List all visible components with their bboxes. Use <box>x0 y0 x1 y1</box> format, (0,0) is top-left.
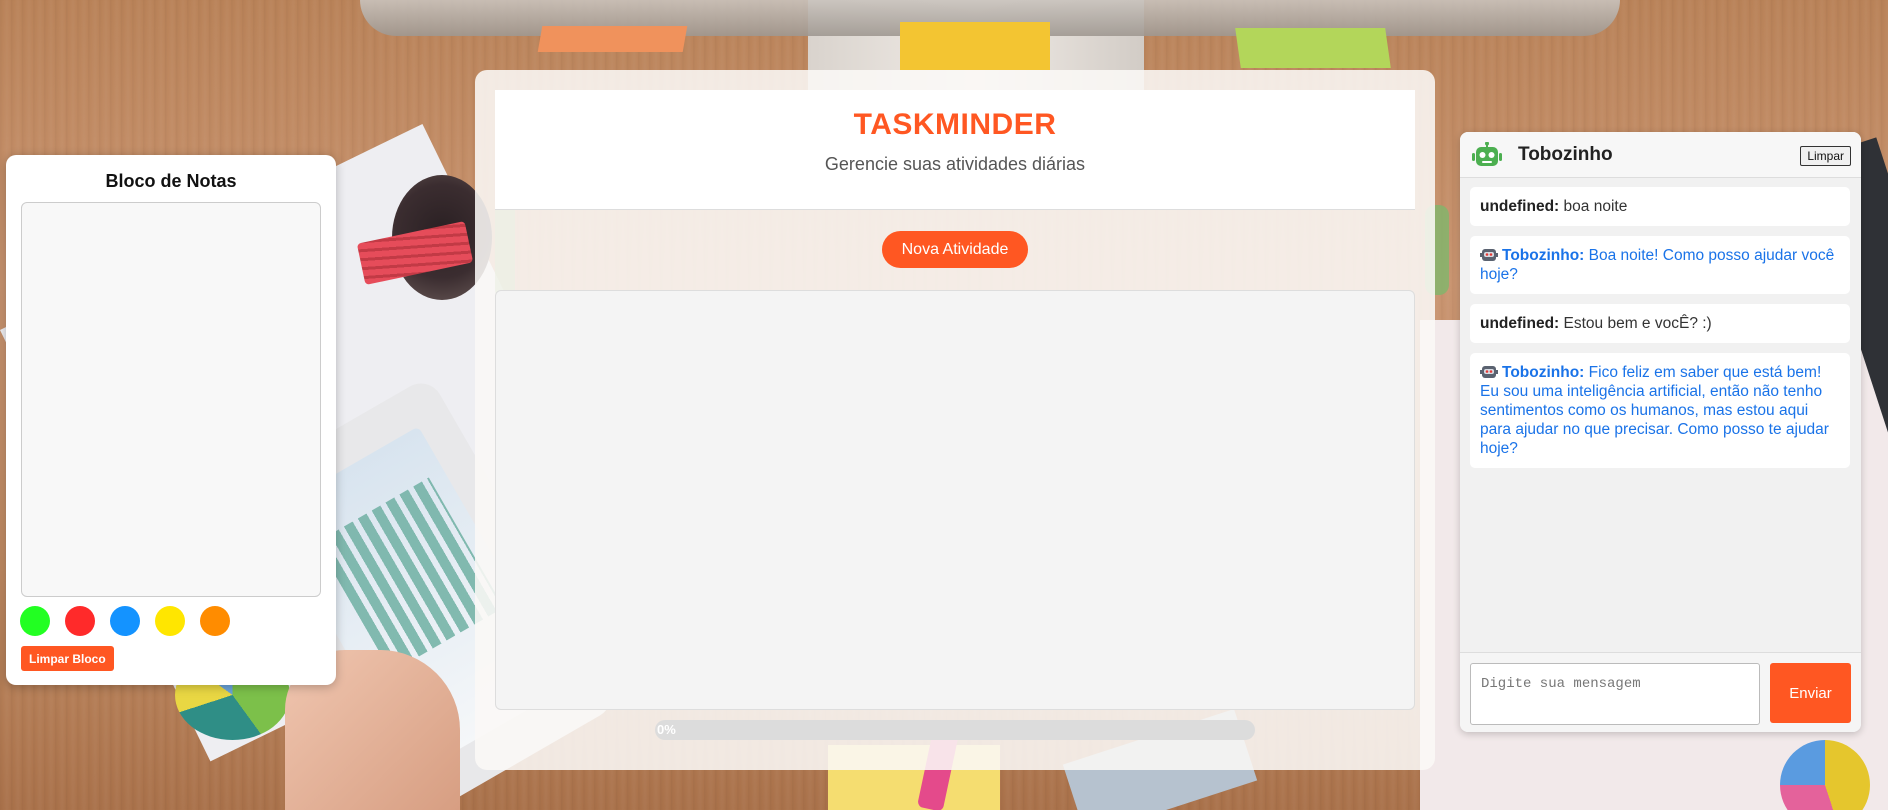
chat-message: Tobozinho: Boa noite! Como posso ajudar … <box>1470 236 1850 294</box>
robot-icon <box>1472 142 1502 166</box>
background-sticky-note <box>537 26 688 52</box>
chat-message-input[interactable] <box>1470 663 1760 725</box>
new-activity-button[interactable]: Nova Atividade <box>882 231 1028 268</box>
message-author: undefined: <box>1480 315 1560 332</box>
notes-textarea[interactable] <box>21 202 321 597</box>
progress-bar: 0% <box>655 720 1255 740</box>
clear-chat-button[interactable]: Limpar <box>1800 146 1851 166</box>
color-swatch-orange[interactable] <box>200 606 230 636</box>
chat-bot-name: Tobozinho <box>1518 144 1613 165</box>
chat-message: undefined: boa noite <box>1470 187 1850 226</box>
color-swatch-yellow[interactable] <box>155 606 185 636</box>
robot-icon <box>1480 249 1498 261</box>
color-swatch-green[interactable] <box>20 606 50 636</box>
message-author: undefined: <box>1480 198 1560 215</box>
color-swatch-blue[interactable] <box>110 606 140 636</box>
chat-message: Tobozinho: Fico feliz em saber que está … <box>1470 353 1850 468</box>
clear-notes-button[interactable]: Limpar Bloco <box>21 646 114 671</box>
send-button[interactable]: Enviar <box>1770 663 1851 723</box>
message-text: boa noite <box>1563 198 1628 215</box>
color-swatches <box>20 606 230 636</box>
chat-panel: Tobozinho Limpar undefined: boa noite To… <box>1460 132 1861 732</box>
message-author: Tobozinho: <box>1502 364 1585 381</box>
message-text: Estou bem e vocÊ? :) <box>1563 315 1712 332</box>
app-header: TASKMINDER Gerencie suas atividades diár… <box>495 90 1415 210</box>
main-card: TASKMINDER Gerencie suas atividades diár… <box>475 70 1435 770</box>
chat-messages: undefined: boa noite Tobozinho: Boa noit… <box>1470 187 1850 478</box>
chat-footer: Enviar <box>1460 652 1861 732</box>
message-author: Tobozinho: <box>1502 247 1585 264</box>
chat-message: undefined: Estou bem e vocÊ? :) <box>1470 304 1850 343</box>
notes-title: Bloco de Notas <box>105 171 237 191</box>
color-swatch-red[interactable] <box>65 606 95 636</box>
robot-icon <box>1480 366 1498 378</box>
notes-panel: Bloco de Notas Limpar Bloco <box>6 155 336 685</box>
app-title: TASKMINDER <box>853 108 1057 141</box>
app-subtitle: Gerencie suas atividades diárias <box>824 154 1086 174</box>
chat-header: Tobozinho Limpar <box>1460 132 1861 178</box>
background-sticky-note <box>1235 28 1391 68</box>
task-list-area <box>495 290 1415 710</box>
progress-text: 0% <box>657 722 676 737</box>
background-sticky-note <box>900 22 1050 70</box>
